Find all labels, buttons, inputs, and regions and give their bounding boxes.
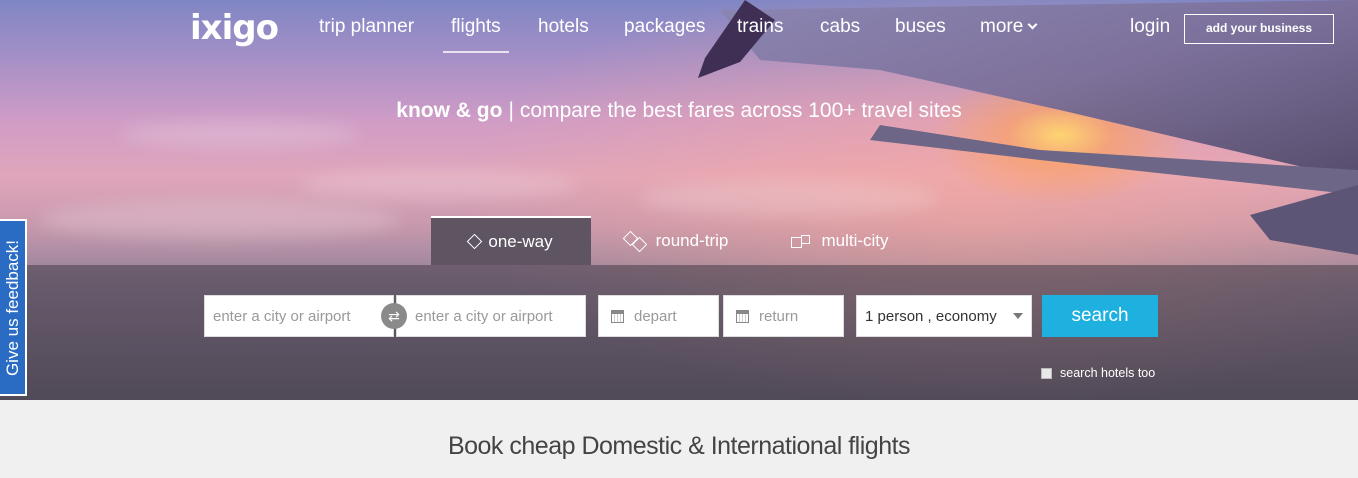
tab-round-trip-label: round-trip (655, 230, 729, 250)
login-link[interactable]: login (1130, 16, 1170, 38)
nav-cabs[interactable]: cabs (820, 16, 860, 38)
depart-label: depart (634, 307, 677, 325)
nav-flights[interactable]: flights (443, 16, 509, 53)
checkbox[interactable] (1041, 367, 1052, 379)
section-title: Book cheap Domestic & International flig… (447, 432, 911, 460)
nav-packages[interactable]: packages (624, 16, 705, 38)
tagline-text: compare the best fares across 100+ trave… (519, 99, 962, 122)
nav-buses[interactable]: buses (895, 16, 946, 38)
tagline-separator: | (508, 99, 514, 122)
search-hotels-checkbox[interactable]: search hotels too (1041, 366, 1155, 380)
search-hotels-label: search hotels too (1060, 366, 1156, 380)
tagline-bold: know & go (396, 99, 503, 122)
diamond-icon (467, 233, 483, 250)
multi-square-icon (791, 233, 813, 249)
nav-trip-planner[interactable]: trip planner (319, 16, 414, 38)
depart-date-field[interactable]: depart (598, 295, 719, 337)
calendar-icon (611, 309, 624, 323)
nav-more-label: more (980, 16, 1024, 37)
search-button[interactable]: search (1042, 295, 1158, 337)
calendar-icon (736, 309, 749, 323)
nav-trains[interactable]: trains (737, 16, 783, 38)
hero-tagline: know & go | compare the best fares across … (0, 99, 1358, 123)
travellers-select[interactable]: 1 person , economy (856, 295, 1032, 337)
top-nav: ixigo trip planner flights hotels packag… (0, 0, 1358, 56)
tab-one-way-label: one-way (488, 231, 553, 251)
travellers-value: 1 person , economy (865, 307, 997, 325)
origin-input[interactable]: enter a city or airport (204, 295, 394, 337)
add-business-button[interactable]: add your business (1184, 14, 1334, 44)
tab-one-way[interactable]: one-way (431, 216, 591, 265)
return-label: return (759, 307, 799, 325)
caret-down-icon (1013, 313, 1023, 319)
double-diamond-icon (622, 230, 648, 252)
tab-multi-city[interactable]: multi-city (780, 216, 900, 265)
chevron-down-icon (1027, 19, 1038, 30)
swap-icon[interactable]: ⇄ (381, 303, 407, 329)
feedback-label: Give us feedback! (2, 239, 22, 376)
tab-round-trip[interactable]: round-trip (605, 216, 745, 265)
tab-multi-city-label: multi-city (821, 230, 889, 250)
destination-input[interactable]: enter a city or airport (396, 295, 586, 337)
nav-more[interactable]: more (980, 16, 1038, 38)
ixigo-logo[interactable]: ixigo (190, 8, 279, 48)
feedback-tab[interactable]: Give us feedback! (0, 219, 27, 396)
nav-hotels[interactable]: hotels (538, 16, 589, 38)
return-date-field[interactable]: return (723, 295, 844, 337)
